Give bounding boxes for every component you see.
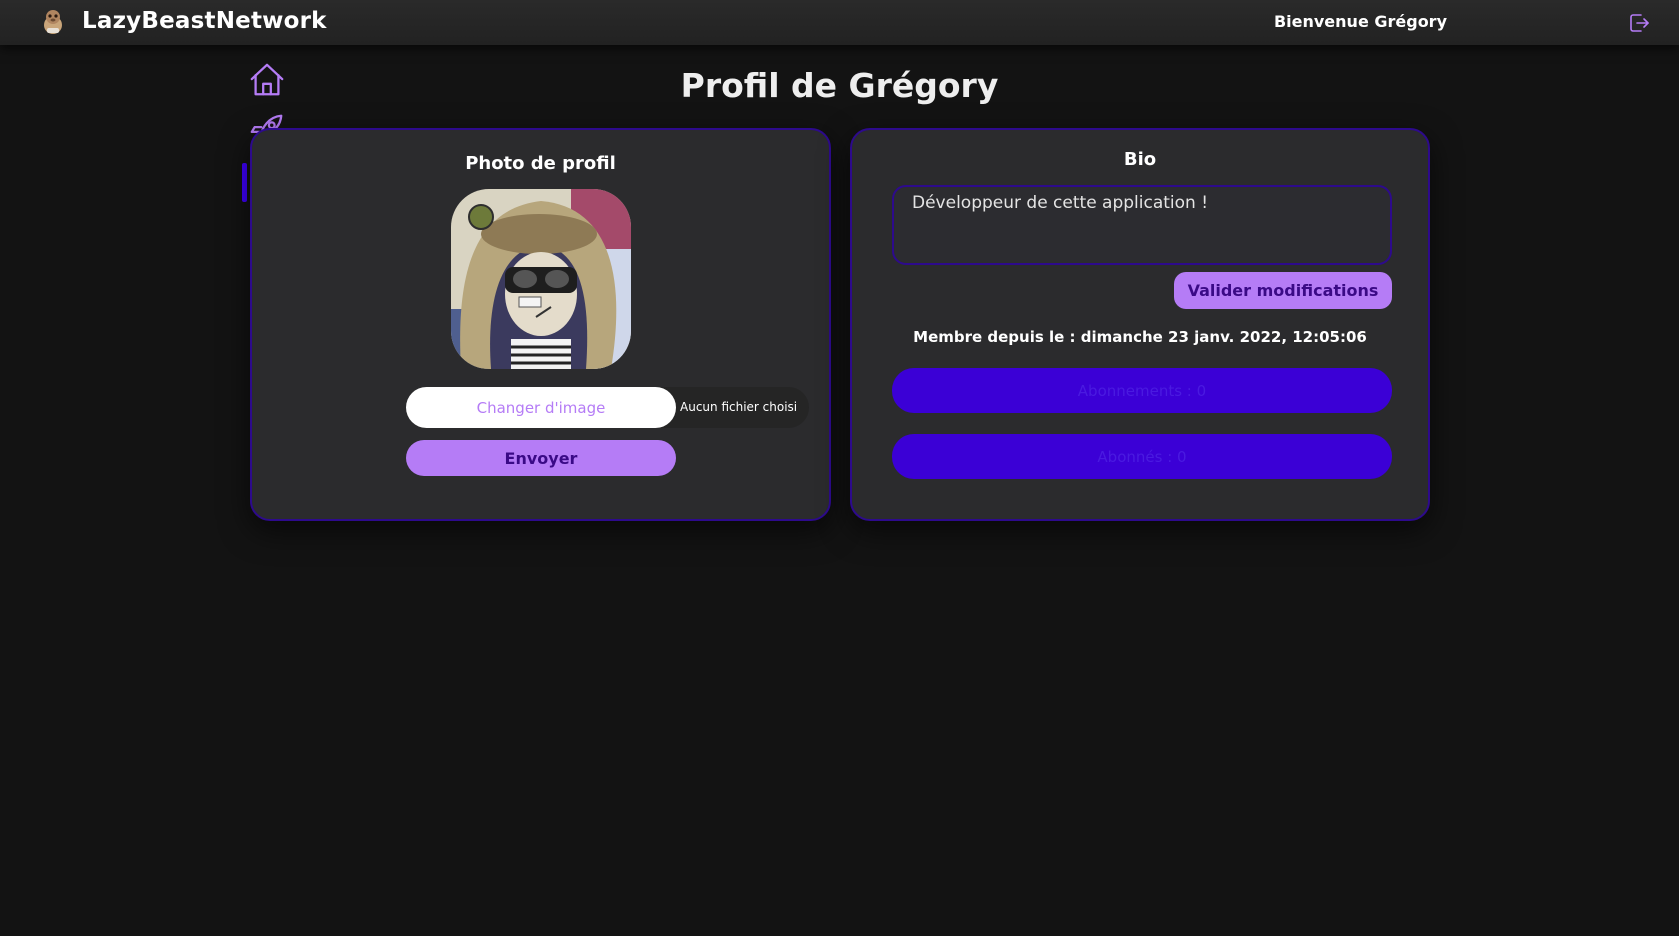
welcome-text: Bienvenue Grégory: [1273, 12, 1447, 31]
logout-icon[interactable]: [1627, 11, 1651, 35]
bio-textarea[interactable]: Développeur de cette application !: [892, 185, 1392, 265]
avatar: [451, 189, 631, 369]
page-title: Profil de Grégory: [680, 66, 999, 105]
bio-title: Bio: [1123, 149, 1157, 170]
top-navbar: LazyBeastNetwork Bienvenue Grégory: [0, 0, 1679, 45]
profile-photo-card: Photo de profil Changer d'image Aucun fi…: [250, 128, 831, 521]
app-name: LazyBeastNetwork: [82, 8, 327, 34]
send-button[interactable]: Envoyer: [406, 440, 676, 476]
subscriptions-button[interactable]: Abonnements : 0: [892, 368, 1392, 413]
followers-button[interactable]: Abonnés : 0: [892, 434, 1392, 479]
member-since-text: Membre depuis le : dimanche 23 janv. 202…: [913, 328, 1367, 346]
brand[interactable]: LazyBeastNetwork: [38, 6, 327, 36]
change-image-button[interactable]: Changer d'image: [406, 387, 676, 428]
bio-card: Bio Développeur de cette application ! V…: [850, 128, 1430, 521]
file-picker: Changer d'image Aucun fichier choisi: [406, 387, 809, 428]
profile-photo-title: Photo de profil: [465, 153, 616, 174]
file-status-text: Aucun fichier choisi: [680, 400, 798, 414]
lazy-beast-logo-icon: [44, 10, 62, 34]
validate-changes-button[interactable]: Valider modifications: [1174, 272, 1392, 309]
avatar-image: [451, 189, 631, 369]
